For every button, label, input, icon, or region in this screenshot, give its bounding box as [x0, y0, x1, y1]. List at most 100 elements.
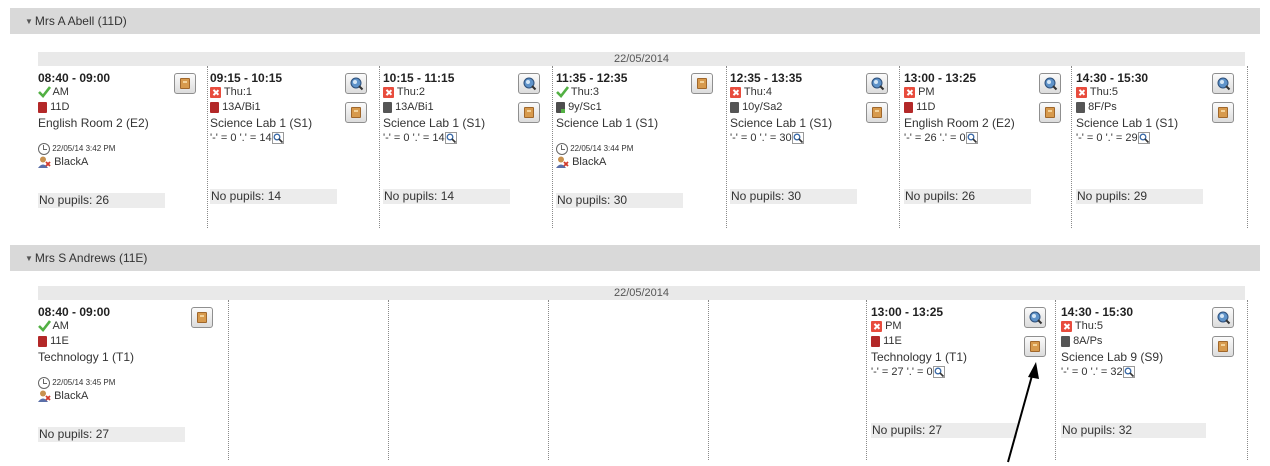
- view-details-button[interactable]: [866, 73, 888, 94]
- room-label: Science Lab 9 (S9): [1061, 350, 1164, 364]
- attendance-status: Thu:4: [743, 86, 772, 98]
- lesson-cell: 13:00 - 13:25 PM 11E Technology 1 (T1) '…: [871, 306, 1036, 379]
- attendance-status: AM: [52, 86, 69, 98]
- x-icon: [210, 86, 221, 98]
- book-grey-icon: [1061, 335, 1070, 347]
- register-button[interactable]: [518, 102, 540, 123]
- column-divider: [708, 300, 709, 460]
- column-divider: [207, 66, 208, 228]
- view-details-button[interactable]: [345, 73, 367, 94]
- column-divider: [228, 300, 229, 460]
- register-icon: [524, 107, 534, 118]
- section-header-abell[interactable]: ▼ Mrs A Abell (11D): [10, 8, 1260, 34]
- register-icon: [1045, 107, 1055, 118]
- pupil-count: No pupils: 26: [904, 189, 1031, 204]
- column-divider: [1247, 66, 1248, 228]
- class-group: 13A/Bi1: [222, 101, 261, 113]
- class-group: 11D: [916, 101, 936, 113]
- attendance-status: Thu:5: [1089, 86, 1118, 98]
- clock-icon: [38, 377, 50, 389]
- taken-timestamp: 22/05/14 3:44 PM: [570, 144, 634, 154]
- view-details-button[interactable]: [518, 73, 540, 94]
- book-red-icon: [38, 101, 47, 113]
- register-button[interactable]: [1212, 336, 1234, 357]
- x-icon: [1076, 86, 1087, 98]
- view-details-button[interactable]: [1039, 73, 1061, 94]
- section-header-andrews[interactable]: ▼ Mrs S Andrews (11E): [10, 245, 1260, 271]
- x-icon: [1061, 320, 1072, 332]
- mark-counts: '-' = 0 '.' = 14: [210, 132, 272, 144]
- lens-icon: [871, 77, 885, 91]
- section-title: Mrs S Andrews (11E): [34, 251, 148, 265]
- mark-counts: '-' = 27 '.' = 0: [871, 366, 933, 378]
- register-button[interactable]: [866, 102, 888, 123]
- pupil-count: No pupils: 30: [556, 193, 683, 208]
- column-divider: [726, 66, 727, 228]
- pupil-count: No pupils: 29: [1076, 189, 1203, 204]
- pupil-count: No pupils: 27: [871, 423, 1017, 438]
- register-button[interactable]: [174, 73, 196, 94]
- lens-icon: [1029, 311, 1043, 325]
- user-icon: [38, 156, 51, 169]
- lens-icon: [1217, 77, 1231, 91]
- x-icon: [871, 320, 882, 332]
- x-icon: [730, 86, 741, 98]
- column-divider: [388, 300, 389, 460]
- user-icon: [38, 390, 51, 403]
- book-grey-icon: [1076, 101, 1085, 113]
- magnifier-icon[interactable]: [444, 132, 457, 145]
- pupil-count: No pupils: 14: [383, 189, 510, 204]
- register-icon: [351, 107, 361, 118]
- magnifier-icon[interactable]: [965, 132, 978, 145]
- room-label: Science Lab 1 (S1): [556, 116, 659, 130]
- book-green-icon: [556, 101, 565, 113]
- taken-timestamp: 22/05/14 3:42 PM: [52, 144, 116, 154]
- view-details-button[interactable]: [1024, 307, 1046, 328]
- register-button[interactable]: [1212, 102, 1234, 123]
- pupil-count: No pupils: 32: [1061, 423, 1206, 438]
- check-icon: [38, 320, 52, 333]
- section-title: Mrs A Abell (11D): [34, 14, 127, 28]
- lens-icon: [1217, 311, 1231, 325]
- register-button[interactable]: [1024, 336, 1046, 357]
- class-group: 10y/Sa2: [742, 101, 783, 113]
- register-button[interactable]: [1039, 102, 1061, 123]
- register-button[interactable]: [345, 102, 367, 123]
- column-divider: [866, 300, 867, 460]
- room-label: Technology 1 (T1): [38, 350, 135, 364]
- register-icon: [1030, 341, 1040, 352]
- class-group: 8A/Ps: [1073, 335, 1103, 347]
- attendance-status: AM: [52, 320, 69, 332]
- book-red-icon: [904, 101, 913, 113]
- pupil-count: No pupils: 30: [730, 189, 857, 204]
- taken-timestamp: 22/05/14 3:45 PM: [52, 378, 116, 388]
- pupil-count: No pupils: 14: [210, 189, 337, 204]
- register-button[interactable]: [691, 73, 713, 94]
- column-divider: [379, 66, 380, 228]
- lesson-time: 14:30 - 15:30: [1061, 305, 1134, 319]
- view-details-button[interactable]: [1212, 73, 1234, 94]
- column-divider: [899, 66, 900, 228]
- book-red-icon: [871, 335, 880, 347]
- date-bar: 22/05/2014: [38, 52, 1245, 66]
- magnifier-icon[interactable]: [271, 132, 284, 145]
- attendance-status: Thu:2: [396, 86, 425, 98]
- magnifier-icon[interactable]: [1122, 366, 1135, 379]
- x-icon: [904, 86, 915, 98]
- register-icon: [872, 107, 882, 118]
- magnifier-icon[interactable]: [1137, 132, 1150, 145]
- lesson-cell: 08:40 - 09:00 AM 11E Technology 1 (T1) 2…: [38, 306, 203, 403]
- class-group: 11E: [883, 335, 902, 347]
- magnifier-icon[interactable]: [791, 132, 804, 145]
- attendance-status: Thu:5: [1074, 320, 1103, 332]
- view-details-button[interactable]: [1212, 307, 1234, 328]
- register-icon: [1218, 107, 1228, 118]
- collapse-triangle-icon[interactable]: ▼: [25, 254, 33, 263]
- magnifier-icon[interactable]: [932, 366, 945, 379]
- register-button[interactable]: [191, 307, 213, 328]
- class-group: 11E: [50, 335, 69, 347]
- clock-icon: [556, 143, 568, 155]
- taken-by-user: BlackA: [54, 390, 89, 402]
- collapse-triangle-icon[interactable]: ▼: [25, 17, 33, 26]
- check-icon: [556, 86, 570, 99]
